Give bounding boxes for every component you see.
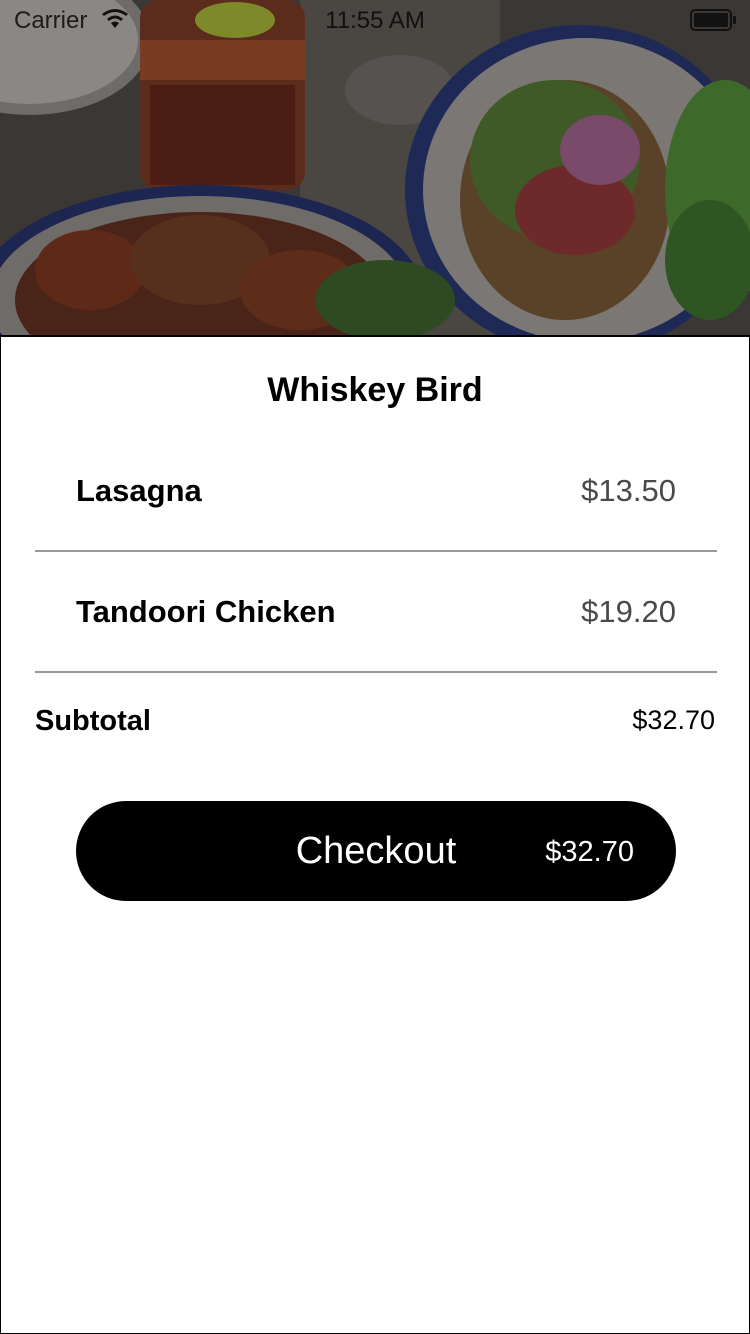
item-name: Lasagna xyxy=(76,473,202,508)
item-price: $19.20 xyxy=(581,594,676,629)
subtotal-value: $32.70 xyxy=(632,705,715,735)
restaurant-title: Whiskey Bird xyxy=(267,371,483,409)
cart-sheet: Whiskey Bird Lasagna $13.50 Tandoori Chi… xyxy=(0,335,750,1334)
checkout-price: $32.70 xyxy=(545,836,634,868)
subtotal-label: Subtotal xyxy=(35,705,151,737)
checkout-button[interactable]: Checkout $32.70 xyxy=(76,801,676,901)
item-name: Tandoori Chicken xyxy=(76,594,336,629)
divider xyxy=(35,671,717,673)
item-price: $13.50 xyxy=(581,473,676,508)
divider xyxy=(35,550,717,552)
battery-icon xyxy=(690,9,738,38)
hero-food-image xyxy=(0,0,750,336)
food-photo-icon xyxy=(0,0,750,336)
status-time: 11:55 AM xyxy=(325,7,425,34)
status-bar: Carrier 11:55 AM xyxy=(0,0,750,40)
